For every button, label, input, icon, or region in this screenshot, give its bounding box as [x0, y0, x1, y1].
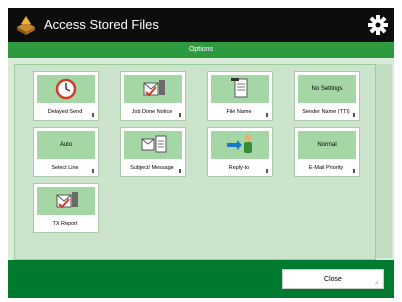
email-priority-status-tile: Normal [298, 131, 356, 159]
job-done-notice-button[interactable]: Job Done Notice [120, 71, 186, 121]
app-title: Access Stored Files [44, 17, 159, 32]
subject-message-button[interactable]: Subject/ Message [120, 127, 186, 177]
file-name-icon-tile [211, 75, 269, 103]
expand-arrow-icon [353, 113, 355, 117]
corner-mark-icon: ⌟ [374, 278, 378, 285]
expand-arrow-icon [266, 113, 268, 117]
select-line-status-tile: Auto [37, 131, 95, 159]
expand-arrow-icon [92, 113, 94, 117]
reply-to-label: Reply-to [228, 165, 250, 171]
delayed-send-icon-tile [37, 75, 95, 103]
sender-name-button[interactable]: No Settings Sender Name (TTI) [294, 71, 360, 121]
expand-arrow-icon [179, 113, 181, 117]
access-stored-files-icon [17, 16, 35, 35]
email-priority-button[interactable]: Normal E-Mail Priority [294, 127, 360, 177]
delayed-send-label: Delayed Send [47, 109, 83, 115]
email-priority-label: E-Mail Priority [308, 165, 344, 171]
tx-report-icon-tile [37, 187, 95, 215]
gear-icon[interactable] [367, 14, 389, 36]
expand-arrow-icon [92, 169, 94, 173]
title-bar: Access Stored Files [8, 8, 394, 42]
close-button[interactable]: Close ⌟ [282, 269, 384, 289]
file-name-label: File Name [226, 109, 252, 115]
select-line-label: Select Line [51, 165, 79, 171]
delayed-send-button[interactable]: Delayed Send [33, 71, 99, 121]
subject-message-icon-tile [124, 131, 182, 159]
tx-report-label: TX Report [52, 221, 78, 227]
select-line-status: Auto [59, 142, 73, 148]
sender-name-status: No Settings [311, 86, 343, 92]
message-envelope-icon [141, 135, 167, 153]
email-priority-status: Normal [317, 142, 337, 148]
job-done-notice-icon-tile [124, 75, 182, 103]
clock-icon [55, 78, 77, 100]
options-header: Options [8, 42, 394, 58]
close-label: Close [324, 276, 342, 283]
job-done-notice-label: Job Done Notice [131, 109, 173, 115]
file-name-button[interactable]: File Name [207, 71, 273, 121]
sender-name-label: Sender Name (TTI) [302, 109, 350, 115]
subject-message-label: Subject/ Message [130, 165, 174, 171]
reply-person-icon [227, 134, 252, 153]
reply-to-icon-tile [211, 131, 269, 159]
expand-arrow-icon [266, 169, 268, 173]
reply-to-button[interactable]: Reply-to [207, 127, 273, 177]
report-envelope-icon [56, 192, 78, 209]
footer-bar: Close ⌟ [8, 260, 394, 298]
expand-arrow-icon [179, 169, 181, 173]
scrollbar[interactable] [376, 64, 392, 258]
expand-arrow-icon [353, 169, 355, 173]
screen: Access Stored Files Options Delayed Send… [8, 8, 394, 298]
notice-envelope-icon [143, 80, 165, 97]
file-document-icon [231, 78, 248, 98]
tx-report-button[interactable]: TX Report [33, 183, 99, 233]
select-line-button[interactable]: Auto Select Line [33, 127, 99, 177]
sender-name-status-tile: No Settings [298, 75, 356, 103]
options-panel: Delayed Send Job Done Notice File Name N… [14, 64, 376, 260]
